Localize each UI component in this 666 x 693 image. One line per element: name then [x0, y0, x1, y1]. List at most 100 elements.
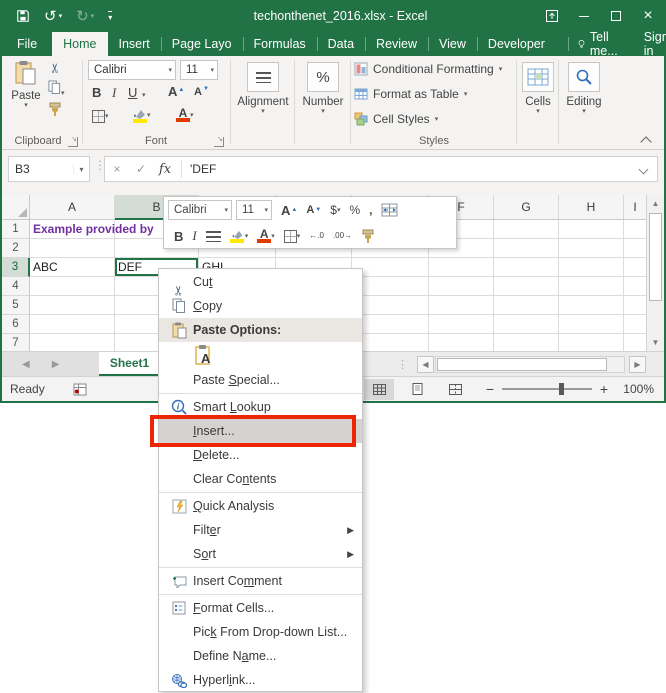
cell[interactable]: [559, 315, 624, 334]
editing-dropdown-icon[interactable]: ▾: [582, 108, 586, 115]
cell[interactable]: [30, 334, 115, 351]
menu-item-clear-contents[interactable]: Clear Contents: [159, 467, 362, 491]
formula-value[interactable]: 'DEF: [186, 162, 640, 176]
mini-font-color-dropdown-icon[interactable]: ▾: [271, 233, 275, 240]
copy-button[interactable]: ▾: [48, 80, 65, 98]
scroll-left-icon[interactable]: ◀: [417, 356, 434, 373]
horizontal-scroll-thumb[interactable]: [437, 358, 607, 371]
cell[interactable]: [559, 258, 624, 277]
menu-item-hyperlink[interactable]: Hyperlink...: [159, 668, 362, 692]
tab-splitter[interactable]: ⋮: [397, 358, 408, 371]
fill-color-button[interactable]: ▾: [132, 108, 151, 123]
save-icon[interactable]: [16, 9, 30, 23]
cell[interactable]: [559, 334, 624, 351]
cell-a3[interactable]: ABC: [30, 258, 115, 277]
borders-button[interactable]: ▾: [92, 110, 109, 123]
mini-align-center-icon[interactable]: [206, 231, 221, 242]
cell[interactable]: [494, 220, 559, 239]
cells-dropdown-icon[interactable]: ▾: [536, 108, 540, 115]
copy-dropdown-icon[interactable]: ▾: [61, 90, 65, 97]
cell[interactable]: [624, 239, 646, 258]
maximize-button[interactable]: [600, 0, 632, 32]
name-box[interactable]: B3 ▾: [8, 156, 90, 182]
tab-page-layout[interactable]: Page Layo: [161, 32, 243, 56]
scroll-right-icon[interactable]: ▶: [629, 356, 646, 373]
mini-bold-button[interactable]: B: [174, 229, 183, 244]
row-header-1[interactable]: 1: [2, 220, 30, 239]
cell[interactable]: [494, 258, 559, 277]
font-size-combo[interactable]: 11▾: [180, 60, 218, 80]
page-layout-view-button[interactable]: [402, 379, 432, 400]
cell[interactable]: [429, 296, 494, 315]
tab-view[interactable]: View: [428, 32, 477, 56]
column-header-a[interactable]: A: [30, 195, 115, 220]
menu-item-filter[interactable]: Filter ▶: [159, 518, 362, 542]
insert-function-button[interactable]: fx: [153, 162, 177, 177]
font-size-dropdown-icon[interactable]: ▾: [210, 67, 214, 74]
cells-group-button[interactable]: Cells ▾: [520, 62, 556, 115]
column-header-i[interactable]: I: [624, 195, 646, 220]
cut-icon[interactable]: ✂: [47, 63, 63, 74]
cell[interactable]: [352, 258, 429, 277]
menu-item-cut[interactable]: ✂ Cut: [159, 270, 362, 294]
cell[interactable]: [352, 277, 429, 296]
number-dropdown-icon[interactable]: ▾: [321, 108, 325, 115]
mini-fill-color-button[interactable]: ▾: [230, 229, 249, 243]
cell[interactable]: [30, 296, 115, 315]
column-header-h[interactable]: H: [559, 195, 624, 220]
cell[interactable]: [429, 334, 494, 351]
tab-file[interactable]: File: [2, 32, 52, 56]
cell[interactable]: [559, 277, 624, 296]
next-sheet-icon[interactable]: ▶: [52, 359, 60, 370]
cell[interactable]: [494, 315, 559, 334]
underline-dropdown-icon[interactable]: ▾: [142, 92, 146, 99]
font-name-combo[interactable]: Calibri▾: [88, 60, 176, 80]
zoom-level[interactable]: 100%: [612, 382, 654, 396]
conditional-formatting-button[interactable]: Conditional Formatting ▾: [354, 58, 514, 80]
cell[interactable]: [624, 296, 646, 315]
number-group-button[interactable]: % Number ▾: [298, 62, 348, 115]
editing-group-button[interactable]: Editing ▾: [562, 62, 606, 115]
keep-text-only-paste-icon[interactable]: A: [193, 343, 217, 367]
name-box-dropdown-icon[interactable]: ▾: [73, 165, 89, 174]
cell[interactable]: [624, 220, 646, 239]
conditional-formatting-dropdown-icon[interactable]: ▾: [499, 66, 503, 73]
menu-item-sort[interactable]: Sort ▶: [159, 542, 362, 566]
mini-font-name-combo[interactable]: Calibri▾: [168, 200, 232, 220]
borders-dropdown-icon[interactable]: ▾: [105, 113, 109, 120]
mini-decrease-decimal-icon[interactable]: .00→: [333, 232, 352, 240]
page-break-view-button[interactable]: [440, 379, 470, 400]
normal-view-button[interactable]: [364, 379, 394, 400]
mini-font-color-button[interactable]: A ▾: [257, 229, 275, 243]
tab-review[interactable]: Review: [365, 32, 428, 56]
cell[interactable]: [559, 220, 624, 239]
mini-italic-button[interactable]: I: [192, 228, 196, 244]
tell-me-box[interactable]: Tell me...: [568, 32, 632, 56]
menu-item-insert-comment[interactable]: Insert Comment: [159, 569, 362, 593]
mini-accounting-dropdown-icon[interactable]: ▾: [337, 207, 341, 214]
cell[interactable]: [624, 277, 646, 296]
mini-comma-button[interactable]: ,: [369, 203, 372, 217]
row-header-7[interactable]: 7: [2, 334, 30, 351]
mini-borders-button[interactable]: ▾: [284, 230, 301, 243]
alignment-dropdown-icon[interactable]: ▾: [261, 108, 265, 115]
vertical-scroll-thumb[interactable]: [649, 213, 662, 301]
cell-a1[interactable]: Example provided by: [30, 220, 115, 239]
cell[interactable]: [30, 315, 115, 334]
row-header-4[interactable]: 4: [2, 277, 30, 296]
shrink-font-button[interactable]: A▼: [194, 86, 209, 98]
prev-sheet-icon[interactable]: ◀: [22, 359, 30, 370]
cell[interactable]: [559, 296, 624, 315]
format-as-table-button[interactable]: Format as Table ▾: [354, 83, 514, 105]
font-name-dropdown-icon[interactable]: ▾: [168, 67, 172, 74]
menu-item-define-name[interactable]: Define Name...: [159, 644, 362, 668]
expand-formula-bar-icon[interactable]: [639, 164, 649, 174]
select-all-corner[interactable]: [2, 195, 30, 220]
mini-increase-decimal-icon[interactable]: ←.0: [309, 232, 324, 240]
horizontal-scrollbar[interactable]: [435, 356, 625, 373]
cell[interactable]: [494, 296, 559, 315]
cell[interactable]: [429, 277, 494, 296]
cell[interactable]: [30, 277, 115, 296]
ribbon-display-options-icon[interactable]: [536, 0, 568, 32]
scroll-down-icon[interactable]: ▼: [647, 334, 664, 351]
